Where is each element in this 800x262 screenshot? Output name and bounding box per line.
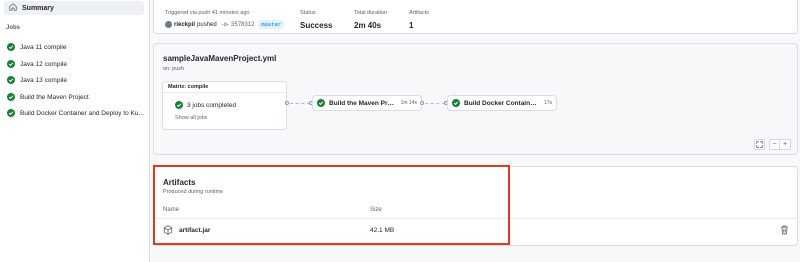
- graph-node-maven[interactable]: Build the Maven Project 1m 14s: [312, 95, 422, 111]
- matrix-title: Matrix: compile: [163, 82, 286, 93]
- matrix-compile-box[interactable]: Matrix: compile 3 jobs completed Show al…: [162, 81, 287, 130]
- zoom-controls: − +: [754, 139, 791, 150]
- status-label: Status: [300, 10, 316, 16]
- sidebar-job-label: Build Docker Container and Deploy to Ku.…: [20, 109, 144, 117]
- check-circle-icon: [452, 99, 460, 107]
- graph-node-duration: 1m 14s: [400, 100, 417, 106]
- sidebar-summary-label: Summary: [22, 4, 54, 12]
- branch-badge[interactable]: master: [258, 20, 285, 29]
- workflow-graph-card: sampleJavaMavenProject.yml on: push Matr…: [153, 43, 798, 155]
- avatar: [165, 21, 172, 28]
- connector-dot: [420, 101, 424, 105]
- zoom-out-icon[interactable]: −: [769, 139, 780, 150]
- artifact-size: 42.1 MB: [370, 227, 395, 234]
- connector-dot: [285, 101, 289, 105]
- sidebar-summary-link[interactable]: Summary: [4, 1, 144, 15]
- connector-line: [425, 103, 445, 104]
- artifacts-info: Artifacts 1: [409, 10, 429, 30]
- graph-node-label: Build the Maven Project: [329, 99, 397, 107]
- check-circle-icon: [7, 93, 15, 101]
- artifact-name-link[interactable]: artifact.jar: [179, 227, 210, 234]
- sidebar-job-java-13[interactable]: Java 13 compile: [4, 73, 146, 87]
- sidebar-job-java-11[interactable]: Java 11 compile: [4, 40, 146, 54]
- trigger-info: Triggered via push 41 minutes ago rieckp…: [165, 10, 285, 29]
- sidebar-job-label: Java 13 compile: [20, 76, 67, 84]
- duration-info: Total duration 2m 40s: [354, 10, 387, 30]
- matrix-summary: 3 jobs completed: [175, 101, 236, 109]
- graph-node-duration: 17s: [543, 100, 552, 106]
- run-summary-card: Triggered via push 41 minutes ago rieckp…: [153, 0, 798, 34]
- check-circle-icon: [7, 60, 15, 68]
- package-icon: [163, 225, 173, 235]
- sidebar-job-java-12[interactable]: Java 12 compile: [4, 57, 146, 71]
- commit-sha[interactable]: 3578312: [231, 22, 254, 28]
- zoom-in-icon[interactable]: +: [780, 139, 791, 150]
- artifacts-card: Artifacts Produced during runtime Name S…: [153, 166, 798, 246]
- sidebar-job-label: Build the Maven Project: [20, 93, 89, 101]
- artifacts-count-label: Artifacts: [409, 10, 429, 16]
- commit-icon: -o-: [221, 21, 230, 28]
- home-icon: [9, 3, 17, 13]
- sidebar-job-label: Java 11 compile: [20, 43, 67, 51]
- duration-value: 2m 40s: [354, 21, 382, 30]
- main-content: Triggered via push 41 minutes ago rieckp…: [150, 0, 800, 262]
- commit-action: pushed: [197, 21, 217, 28]
- sidebar: Summary Jobs Java 11 compile Java 12 com…: [0, 0, 150, 262]
- show-all-jobs-link[interactable]: Show all jobs: [175, 115, 207, 121]
- trash-icon[interactable]: [780, 225, 789, 235]
- trigger-label: Triggered via push 41 minutes ago: [165, 10, 250, 16]
- check-circle-icon: [317, 99, 325, 107]
- check-circle-icon: [7, 109, 15, 117]
- artifacts-title: Artifacts: [163, 178, 196, 187]
- fullscreen-icon[interactable]: [754, 139, 765, 150]
- artifacts-column-size: Size: [370, 207, 382, 213]
- artifacts-count-value: 1: [409, 21, 414, 30]
- connector-line: [290, 103, 310, 104]
- graph-node-docker[interactable]: Build Docker Container an... 17s: [447, 95, 557, 111]
- check-circle-icon: [175, 101, 183, 109]
- graph-node-label: Build Docker Container an...: [464, 99, 540, 107]
- sidebar-job-docker[interactable]: Build Docker Container and Deploy to Ku.…: [4, 106, 146, 120]
- sidebar-job-label: Java 12 compile: [20, 60, 67, 68]
- artifacts-column-name: Name: [163, 207, 180, 213]
- sidebar-job-maven[interactable]: Build the Maven Project: [4, 90, 146, 104]
- check-circle-icon: [7, 43, 15, 51]
- status-info: Status Success: [300, 10, 332, 30]
- commit-user[interactable]: rieckpil: [174, 22, 195, 28]
- duration-label: Total duration: [354, 10, 388, 16]
- jobs-heading: Jobs: [6, 25, 21, 31]
- status-value: Success: [300, 21, 333, 30]
- artifacts-subtitle: Produced during runtime: [163, 189, 224, 195]
- matrix-summary-label: 3 jobs completed: [187, 101, 237, 109]
- workflow-file-title[interactable]: sampleJavaMavenProject.yml: [163, 54, 276, 63]
- workflow-trigger: on: push: [163, 66, 185, 72]
- check-circle-icon: [7, 76, 15, 84]
- table-row: artifact.jar 42.1 MB: [154, 219, 797, 243]
